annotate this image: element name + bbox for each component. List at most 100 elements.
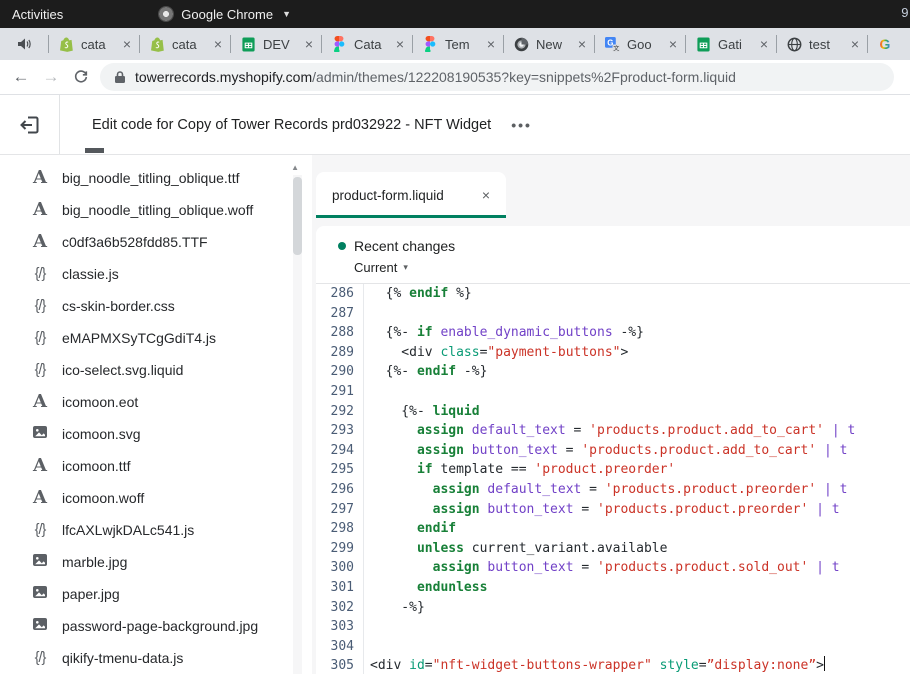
recent-changes-header: Recent changes Current ▾ [316, 226, 910, 284]
code-area[interactable]: 286 {% endif %}287288 {%- if enable_dyna… [316, 284, 910, 674]
sidebar-scrollbar-thumb[interactable] [293, 177, 302, 255]
file-item-icomoon.ttf[interactable]: Aicomoon.ttf [0, 450, 312, 482]
chrome-icon [158, 6, 174, 22]
globe-icon [786, 36, 802, 52]
code-line-287: 287 [316, 304, 910, 324]
code-card: Recent changes Current ▾ 286 {% endif %}… [316, 226, 910, 674]
browser-tab-DEV[interactable]: DEV× [230, 28, 321, 60]
close-icon[interactable]: × [578, 37, 586, 51]
close-icon[interactable]: × [305, 37, 313, 51]
code-line-294: 294 assign button_text = 'products.produ… [316, 441, 910, 461]
code-file-icon: {/} [30, 330, 50, 346]
browser-tab-google[interactable]: G [867, 28, 910, 60]
clock-label: 9 A [901, 5, 910, 20]
browser-tab-Gati[interactable]: Gati× [685, 28, 776, 60]
file-item-marble.jpg[interactable]: marble.jpg [0, 546, 312, 578]
code-line-288: 288 {%- if enable_dynamic_buttons -%} [316, 323, 910, 343]
back-button[interactable]: ← [6, 67, 36, 87]
page-header: Edit code for Copy of Tower Records prd0… [0, 95, 910, 155]
file-item-cs-skin-border.css[interactable]: {/}cs-skin-border.css [0, 290, 312, 322]
line-number: 299 [316, 539, 364, 559]
code-line-301: 301 endunless [316, 578, 910, 598]
system-top-bar: Activities Google Chrome ▼ 9 A [0, 0, 910, 28]
file-item-qikify-tmenu-data.js[interactable]: {/}qikify-tmenu-data.js [0, 642, 312, 674]
scroll-up-arrow-icon[interactable]: ▲ [291, 163, 299, 172]
address-bar[interactable]: towerrecords.myshopify.com/admin/themes/… [100, 63, 894, 91]
version-dropdown[interactable]: Current ▾ [354, 260, 910, 275]
line-number: 294 [316, 441, 364, 461]
shopify-icon [58, 36, 74, 52]
code-line-297: 297 assign button_text = 'products.produ… [316, 500, 910, 520]
code-line-293: 293 assign default_text = 'products.prod… [316, 421, 910, 441]
code-file-icon: {/} [30, 298, 50, 314]
file-item-ico-select.svg.liquid[interactable]: {/}ico-select.svg.liquid [0, 354, 312, 386]
file-item-icomoon.svg[interactable]: icomoon.svg [0, 418, 312, 450]
sheets-icon [240, 36, 256, 52]
file-item-c0df3a6b528fdd85.TTF[interactable]: Ac0df3a6b528fdd85.TTF [0, 226, 312, 258]
code-line-305: 305<div id="nft-widget-buttons-wrapper" … [316, 656, 910, 674]
code-line-300: 300 assign button_text = 'products.produ… [316, 558, 910, 578]
editor-tab-product-form[interactable]: product-form.liquid × [316, 172, 506, 218]
forward-button[interactable]: → [36, 67, 66, 87]
code-line-296: 296 assign default_text = 'products.prod… [316, 480, 910, 500]
close-icon[interactable]: × [214, 37, 222, 51]
browser-tab-Cata[interactable]: Cata× [321, 28, 412, 60]
more-actions-button[interactable]: ••• [511, 117, 532, 133]
file-item-password-page-background.jpg[interactable]: password-page-background.jpg [0, 610, 312, 642]
image-file-icon [30, 424, 50, 445]
line-number: 289 [316, 343, 364, 363]
font-file-icon: A [30, 201, 50, 219]
file-item-big_noodle_titling_oblique.ttf[interactable]: Abig_noodle_titling_oblique.ttf [0, 162, 312, 194]
browser-tab-Tem[interactable]: Tem × [412, 28, 503, 60]
file-name: password-page-background.jpg [62, 618, 258, 634]
image-file-icon [30, 584, 50, 605]
audio-speaker-icon[interactable] [0, 36, 48, 52]
file-item-big_noodle_titling_oblique.woff[interactable]: Abig_noodle_titling_oblique.woff [0, 194, 312, 226]
close-icon[interactable]: × [760, 37, 768, 51]
browser-tab-cata[interactable]: cata× [139, 28, 230, 60]
browser-tab-strip: cata×cata×DEV×Cata×Tem×New×G文Goo×Gati×te… [0, 28, 910, 60]
line-number: 295 [316, 460, 364, 480]
browser-tab-Goo[interactable]: G文Goo× [594, 28, 685, 60]
close-icon[interactable]: × [669, 37, 677, 51]
font-file-icon: A [30, 457, 50, 475]
file-item-icomoon.woff[interactable]: Aicomoon.woff [0, 482, 312, 514]
file-sidebar: Abig_noodle_titling_oblique.ttfAbig_nood… [0, 155, 312, 674]
reload-button[interactable] [66, 67, 96, 87]
close-icon[interactable]: × [123, 37, 131, 51]
browser-tab-test[interactable]: test × [776, 28, 867, 60]
app-menu[interactable]: Google Chrome ▼ [158, 6, 291, 22]
exit-code-editor-button[interactable] [0, 95, 60, 154]
unsaved-changes-dot-icon [338, 242, 346, 250]
file-item-classie.js[interactable]: {/}classie.js [0, 258, 312, 290]
close-icon[interactable]: × [487, 37, 495, 51]
line-number: 290 [316, 362, 364, 382]
chrome-gray-icon [513, 36, 529, 52]
close-icon[interactable]: × [396, 37, 404, 51]
line-number: 292 [316, 402, 364, 422]
line-number: 298 [316, 519, 364, 539]
file-item-eMAPMXSyTCgGdiT4.js[interactable]: {/}eMAPMXSyTCgGdiT4.js [0, 322, 312, 354]
file-item-lfcAXLwjkDALc541.js[interactable]: {/}lfcAXLwjkDALc541.js [0, 514, 312, 546]
close-icon[interactable]: × [851, 37, 859, 51]
code-editor-panel: product-form.liquid × Recent changes Cur… [312, 155, 910, 674]
font-file-icon: A [30, 169, 50, 187]
figma-icon [331, 36, 347, 52]
file-name: c0df3a6b528fdd85.TTF [62, 234, 208, 250]
browser-tab-cata[interactable]: cata× [48, 28, 139, 60]
file-name: icomoon.svg [62, 426, 141, 442]
tab-title: Tem [445, 37, 480, 52]
text-cursor [824, 656, 826, 671]
line-number: 302 [316, 598, 364, 618]
chevron-down-icon: ▾ [403, 262, 408, 273]
browser-tab-New[interactable]: New× [503, 28, 594, 60]
tab-title: test [809, 37, 844, 52]
line-number: 291 [316, 382, 364, 402]
app-menu-label: Google Chrome [181, 7, 273, 22]
close-icon[interactable]: × [482, 187, 490, 203]
editor-tab-label: product-form.liquid [332, 188, 482, 203]
file-item-paper.jpg[interactable]: paper.jpg [0, 578, 312, 610]
activities-button[interactable]: Activities [12, 7, 63, 22]
file-item-icomoon.eot[interactable]: Aicomoon.eot [0, 386, 312, 418]
code-line-304: 304 [316, 637, 910, 657]
